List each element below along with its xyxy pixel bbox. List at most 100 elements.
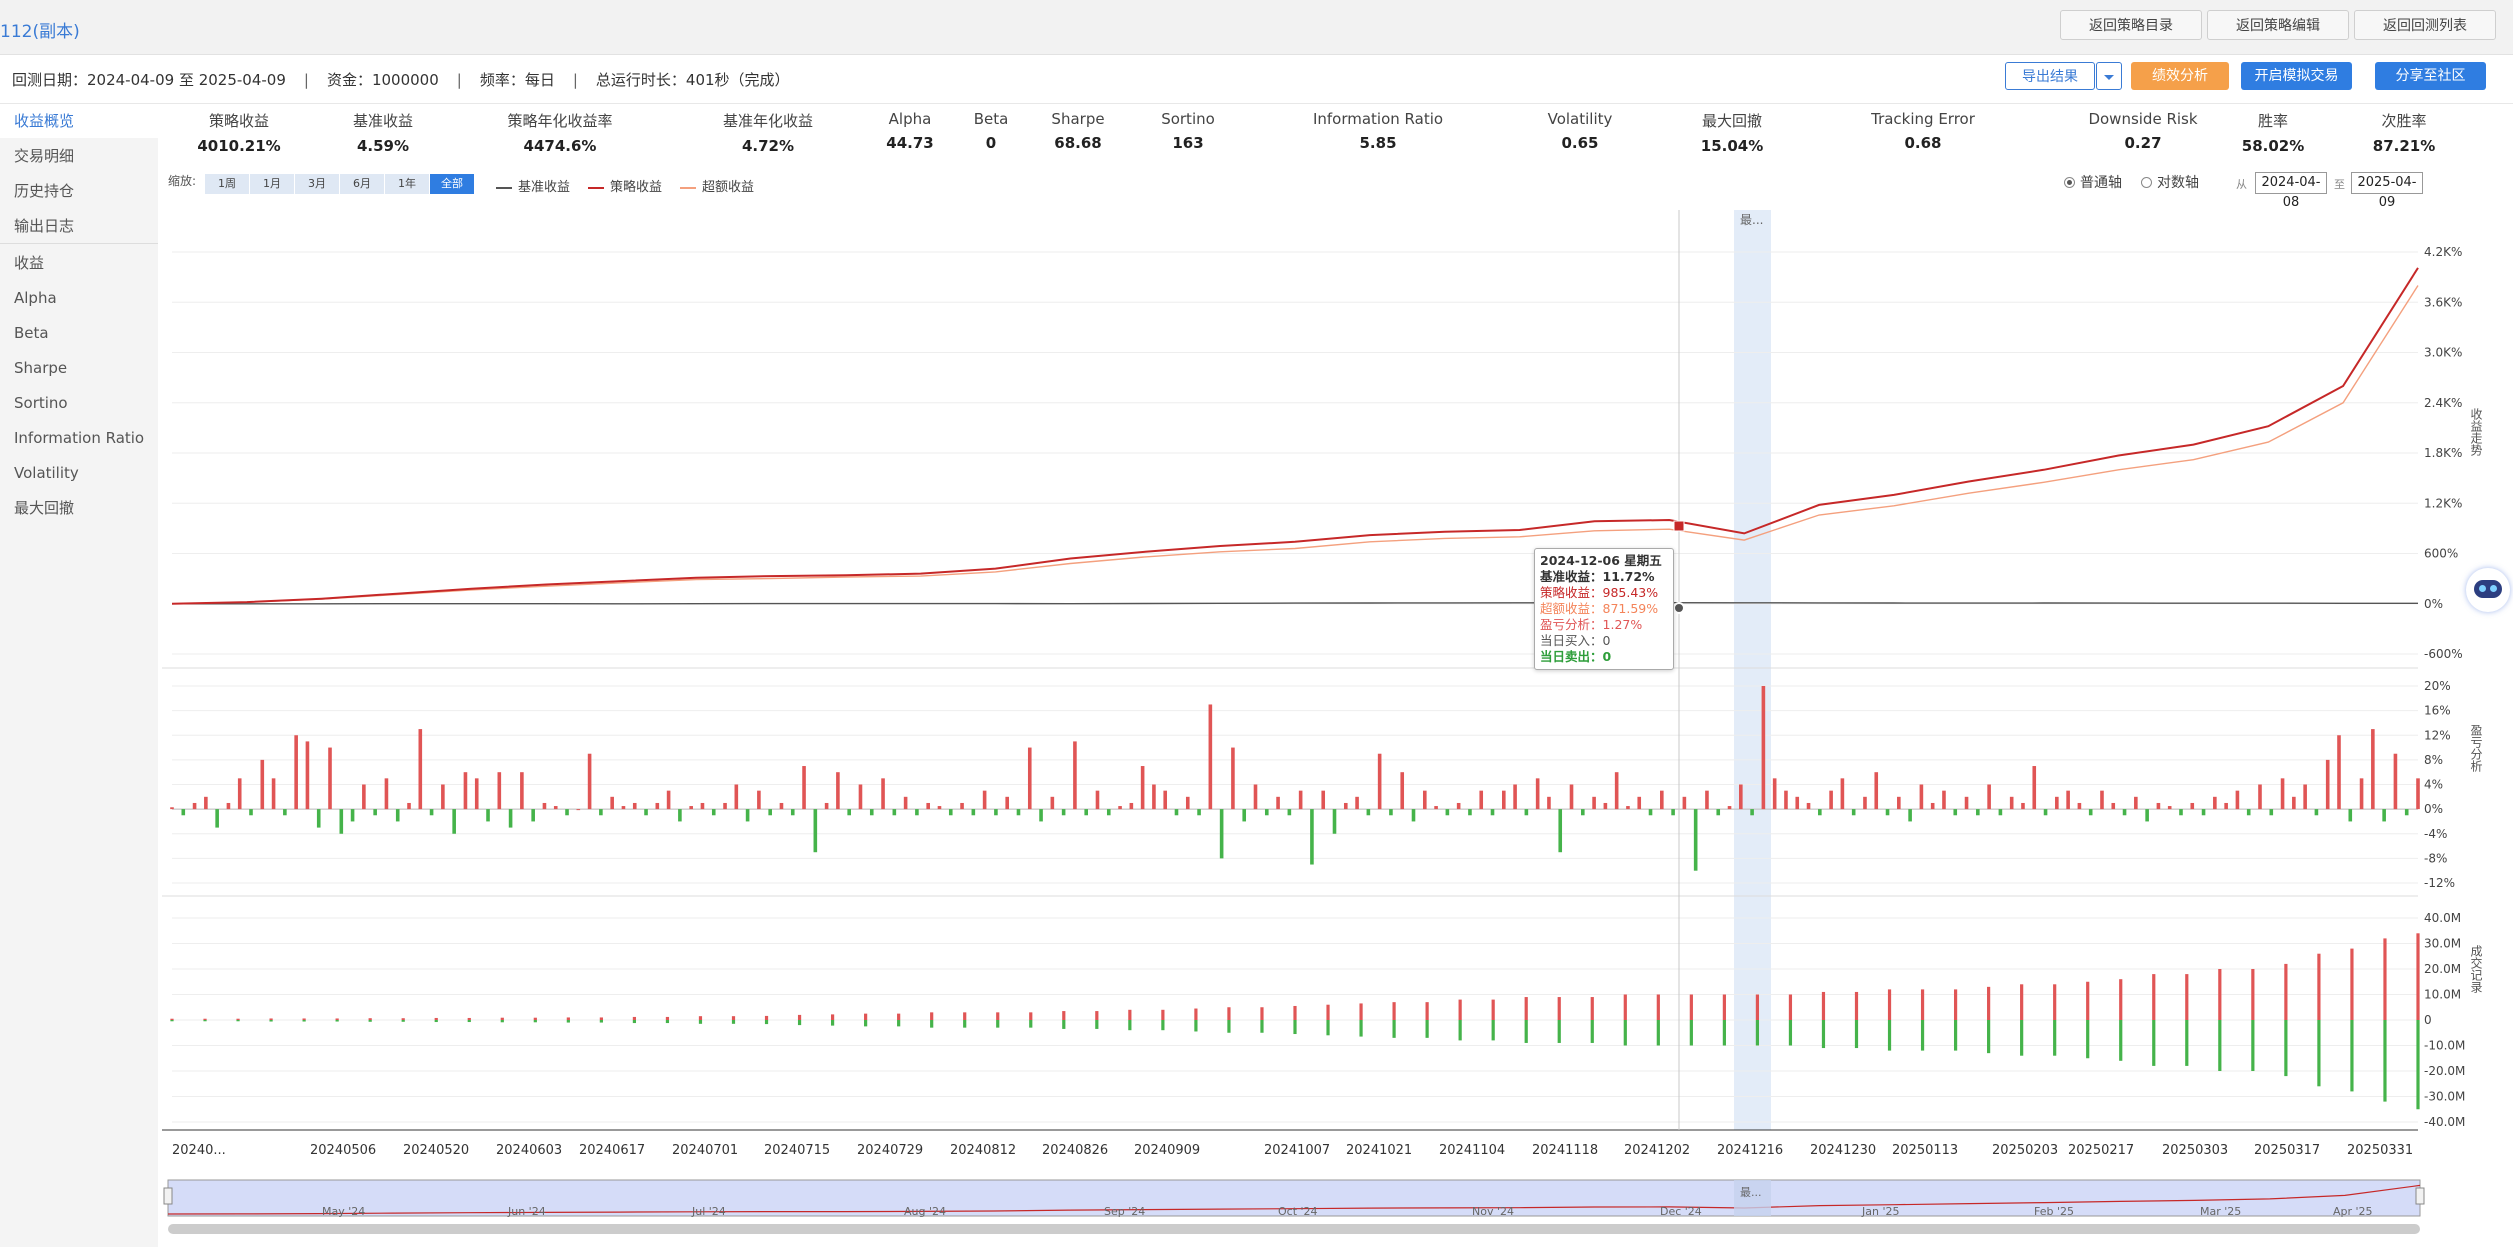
pnl-bar (734, 784, 739, 810)
panel-label-returns: 收益走势 (2469, 408, 2483, 456)
pnl-bar (2021, 802, 2025, 810)
sell-bar (764, 1020, 769, 1025)
sell-bar (2218, 1020, 2222, 1071)
sell-bar (236, 1020, 240, 1022)
tooltip-label: 当日买入： (1540, 633, 1603, 648)
pnl-bar (1445, 809, 1450, 816)
pnl-bar (1682, 796, 1687, 810)
pnl-bar (2167, 806, 2172, 810)
pnl-bar (576, 809, 581, 811)
buy-bar (1425, 1002, 1429, 1020)
x-tick-label: 20241104 (1439, 1143, 1505, 1158)
tooltip-label: 基准收益： (1540, 569, 1603, 584)
pnl-bar (350, 809, 355, 822)
legend-label: 策略收益 (610, 180, 663, 195)
pnl-bar (508, 809, 513, 828)
zoom-all-button[interactable]: 全部 (430, 174, 474, 194)
y-tick-label: 2.4K% (2424, 396, 2462, 410)
pnl-bar (407, 802, 411, 810)
pnl-bar (711, 809, 716, 816)
pnl-bar (441, 784, 445, 810)
y-tick-label: 4% (2424, 778, 2443, 792)
tooltip-excess: 超额收益：871.59% (1540, 601, 1668, 617)
pnl-bar (1366, 809, 1371, 816)
buy-bar (1227, 1007, 1231, 1020)
y-tick-label: 600% (2424, 547, 2458, 561)
pnl-bar (1660, 790, 1664, 810)
sell-bar (1557, 1020, 1561, 1043)
pnl-bar (1479, 790, 1484, 810)
date-from-input[interactable]: 2024-04-08 (2255, 172, 2327, 210)
tooltip-benchmark: 基准收益：11.72% (1540, 569, 1668, 585)
buy-bar (599, 1017, 603, 1020)
tooltip-value: 11.72% (1602, 569, 1655, 584)
x-tick-label: 20240... (172, 1143, 226, 1158)
pnl-bar (1784, 790, 1788, 810)
pnl-bar (700, 802, 705, 810)
buy-bar (963, 1012, 967, 1020)
legend-label: 基准收益 (518, 180, 571, 195)
pnl-bar (1885, 809, 1890, 816)
buy-bar (1854, 991, 1859, 1020)
buy-bar (1887, 989, 1892, 1020)
sell-bar (1920, 1020, 1925, 1051)
date-to-input[interactable]: 2025-04-09 (2351, 172, 2423, 210)
drawdown-highlight-band (1734, 210, 1771, 1130)
legend-excess[interactable]: 超额收益 (680, 176, 754, 195)
benchmark-marker (1673, 602, 1685, 614)
buy-bar (1524, 997, 1528, 1020)
sell-bar (1689, 1020, 1693, 1046)
pnl-bar (452, 809, 456, 834)
zoom-1m-button[interactable]: 1月 (250, 174, 294, 194)
pnl-bar (599, 809, 603, 816)
zoom-1y-button[interactable]: 1年 (385, 174, 429, 194)
navigator-label: Sep '24 (1104, 1205, 1145, 1218)
pnl-bar (1897, 796, 1901, 810)
x-tick-label: 20241216 (1717, 1143, 1783, 1158)
zoom-1w-button[interactable]: 1周 (205, 174, 249, 194)
assistant-robot-icon[interactable] (2466, 568, 2510, 612)
y-tick-label: -40.0M (2424, 1115, 2465, 1129)
zoom-3m-button[interactable]: 3月 (295, 174, 339, 194)
x-tick-label: 20241202 (1624, 1143, 1690, 1158)
pnl-bar (384, 778, 389, 810)
sell-bar (731, 1020, 736, 1024)
sell-bar (1029, 1020, 1033, 1028)
buy-bar (1755, 994, 1760, 1020)
sell-bar (1987, 1020, 1991, 1054)
pnl-bar (1016, 809, 1021, 816)
buy-bar (2152, 974, 2156, 1020)
legend-strategy[interactable]: 策略收益 (588, 176, 662, 195)
pnl-bar (1750, 809, 1754, 816)
pnl-bar (678, 809, 682, 822)
tooltip-label: 当日卖出： (1540, 649, 1603, 664)
zoom-6m-button[interactable]: 6月 (340, 174, 384, 194)
pnl-bar (666, 790, 671, 810)
sell-bar (2086, 1020, 2090, 1059)
x-tick-label: 20241118 (1532, 1143, 1598, 1158)
pnl-bar (204, 796, 208, 810)
pnl-bar (1253, 784, 1258, 810)
y-tick-label: -12% (2424, 876, 2455, 890)
buy-bar (1557, 997, 1561, 1020)
buy-bar (1293, 1005, 1297, 1020)
pnl-bar (1930, 802, 1935, 810)
buy-bar (1095, 1011, 1099, 1020)
tooltip-value: 0 (1602, 633, 1611, 648)
x-tick-label: 20240715 (764, 1143, 830, 1158)
radio-dot (2141, 177, 2152, 188)
pnl-bar (2134, 796, 2138, 810)
sell-bar (2185, 1020, 2189, 1066)
radio-log-axis[interactable]: 对数轴 (2141, 172, 2199, 192)
buy-bar (731, 1016, 736, 1020)
pnl-bar (1558, 809, 1563, 853)
pnl-bar (249, 809, 253, 816)
buy-bar (170, 1018, 174, 1020)
buy-bar (2086, 981, 2090, 1020)
legend-benchmark[interactable]: 基准收益 (496, 176, 570, 195)
pnl-bar (1637, 796, 1642, 810)
pnl-bar (779, 802, 784, 810)
radio-normal-axis[interactable]: 普通轴 (2064, 172, 2122, 192)
pnl-bar (847, 809, 851, 816)
sell-bar (1887, 1020, 1892, 1051)
